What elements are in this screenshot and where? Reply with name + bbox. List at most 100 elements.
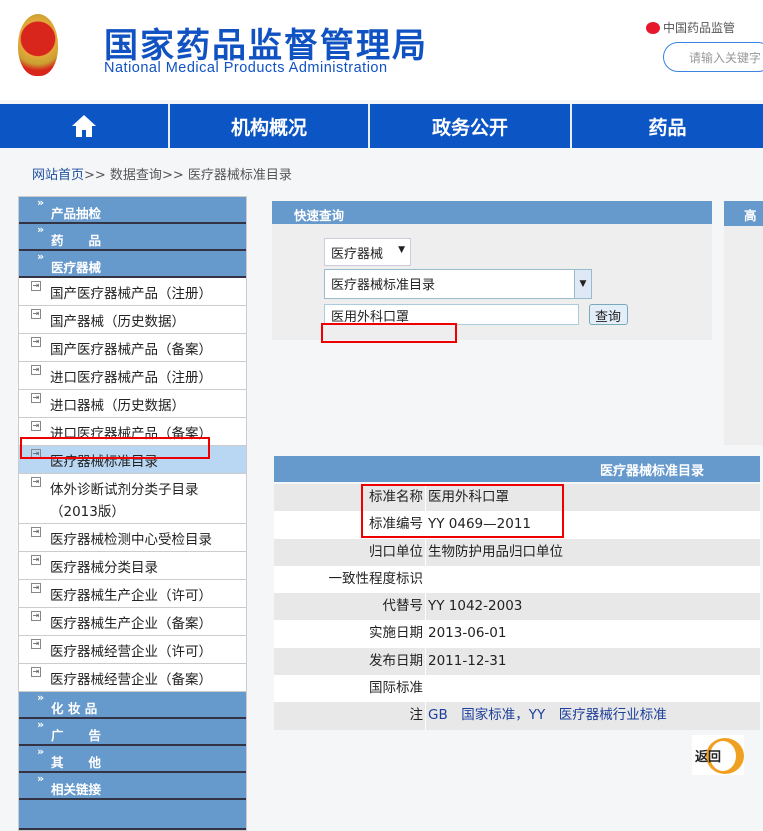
catalog-select[interactable]: 医疗器械标准目录 ▼ (324, 269, 592, 299)
expand-icon: ⇥ (31, 639, 41, 649)
sidebar-footer (19, 800, 246, 830)
sidebar-section[interactable]: 相关链接 (19, 772, 246, 800)
home-icon (72, 115, 96, 137)
site-title-en: National Medical Products Administration (104, 60, 388, 76)
sidebar-item-label: 国产器械（历史数据） (50, 314, 185, 330)
breadcrumb-item[interactable]: >> 数据查询 (84, 168, 162, 183)
keyword-input[interactable]: 医用外科口罩 (324, 304, 579, 325)
highlight-box (321, 323, 457, 343)
sidebar-item-label: 医疗器械生产企业（许可） (50, 588, 212, 604)
advanced-search-panel: 高 (724, 201, 763, 445)
sidebar-item-label: 医疗器械经营企业（许可） (50, 644, 212, 660)
row-label: 发布日期 (274, 647, 426, 676)
sidebar-item-label: 医疗器械生产企业（备案） (50, 616, 212, 632)
sidebar-item[interactable]: ⇥ 进口医疗器械产品（注册） (19, 362, 246, 390)
back-button[interactable]: 返回 (692, 735, 744, 775)
row-label: 代替号 (274, 593, 426, 621)
breadcrumb-home[interactable]: 网站首页 (32, 168, 84, 183)
expand-icon: ⇥ (31, 527, 41, 537)
expand-icon: ⇥ (31, 583, 41, 593)
expand-icon: ⇥ (31, 667, 41, 677)
sidebar-section[interactable]: 医疗器械 (19, 250, 246, 278)
row-label: 实施日期 (274, 620, 426, 648)
sidebar-section[interactable]: 其 他 (19, 745, 246, 773)
highlight-box (361, 484, 564, 538)
expand-icon: ⇥ (31, 393, 41, 403)
table-row: 归口单位 生物防护用品归口单位 (274, 538, 760, 566)
table-row: 一致性程度标识 (274, 565, 760, 594)
weibo-icon (646, 21, 660, 34)
site-search-input[interactable]: 请输入关键字 (663, 42, 763, 72)
category-value: 医疗器械 (331, 247, 384, 262)
sidebar-item[interactable]: ⇥ 医疗器械检测中心受检目录 (19, 524, 246, 552)
sidebar-item-label: 医疗器械检测中心受检目录 (50, 532, 212, 548)
sidebar-item-label: 进口医疗器械产品（注册） (50, 370, 212, 386)
sidebar-item-label: 体外诊断试剂分类子目录（2013版） (50, 482, 199, 520)
nav-item[interactable]: 机构概况 (170, 104, 370, 148)
row-label: 国际标准 (274, 675, 426, 703)
row-value: 2011-12-31 (428, 652, 507, 669)
sidebar-section[interactable]: 药 品 (19, 223, 246, 251)
quick-search-panel: 快速查询 医疗器械 ▼ 医疗器械标准目录 ▼ 医用外科口罩 查询 (272, 201, 712, 343)
result-title: 医疗器械标准目录 (274, 456, 760, 482)
expand-icon: ⇥ (31, 281, 41, 291)
row-value (426, 566, 428, 593)
sidebar-item[interactable]: ⇥ 医疗器械分类目录 (19, 552, 246, 580)
expand-icon: ⇥ (31, 421, 41, 431)
sidebar-item-label: 医疗器械分类目录 (50, 560, 158, 576)
sidebar-item[interactable]: ⇥ 医疗器械生产企业（许可） (19, 580, 246, 608)
sidebar: 产品抽检药 品医疗器械 ⇥ 国产医疗器械产品（注册） ⇥ 国产器械（历史数据） ⇥ 国产医疗… (18, 196, 247, 831)
back-label: 返回 (695, 750, 722, 765)
query-button[interactable]: 查询 (589, 304, 628, 325)
weibo-link[interactable]: 中国药品监管 (646, 19, 735, 36)
panel-title: 快速查询 (272, 201, 712, 224)
row-value (426, 675, 428, 702)
category-select[interactable]: 医疗器械 ▼ (324, 238, 411, 266)
catalog-value: 医疗器械标准目录 (331, 278, 436, 293)
weibo-label: 中国药品监管 (663, 21, 736, 35)
table-row: 实施日期 2013-06-01 (274, 620, 760, 648)
table-row: 代替号 YY 1042-2003 (274, 593, 760, 621)
expand-icon: ⇥ (31, 365, 41, 375)
sidebar-item[interactable]: ⇥ 医疗器械经营企业（备案） (19, 664, 246, 692)
table-row: 国际标准 (274, 675, 760, 703)
sidebar-item[interactable]: ⇥ 国产医疗器械产品（注册） (19, 278, 246, 306)
sidebar-item[interactable]: ⇥ 医疗器械生产企业（备案） (19, 608, 246, 636)
table-row: 注 GB 国家标准，YY 医疗器械行业标准 (274, 702, 760, 730)
expand-icon: ⇥ (31, 555, 41, 565)
sidebar-item-label: 医疗器械经营企业（备案） (50, 672, 212, 688)
nav-home[interactable] (0, 104, 170, 148)
row-label: 归口单位 (274, 538, 426, 566)
row-label: 一致性程度标识 (274, 565, 426, 594)
sidebar-item-label: 国产医疗器械产品（备案） (50, 342, 212, 358)
expand-icon: ⇥ (31, 309, 41, 319)
panel-title: 高 (724, 201, 763, 226)
sidebar-section[interactable]: 广 告 (19, 718, 246, 746)
sidebar-item[interactable]: ⇥ 进口器械（历史数据） (19, 390, 246, 418)
main-nav: 机构概况 政务公开 药品 (0, 104, 763, 148)
sidebar-item[interactable]: ⇥ 国产器械（历史数据） (19, 306, 246, 334)
header: 国家药品监督管理局 National Medical Products Admi… (0, 0, 763, 100)
table-row: 发布日期 2011-12-31 (274, 647, 760, 676)
expand-icon: ⇥ (31, 337, 41, 347)
sidebar-item-label: 进口器械（历史数据） (50, 398, 185, 414)
nav-item[interactable]: 药品 (572, 104, 763, 148)
row-value: GB 国家标准，YY 医疗器械行业标准 (428, 707, 667, 724)
chevron-down-icon: ▼ (574, 270, 591, 298)
row-value: 生物防护用品归口单位 (428, 543, 563, 560)
sidebar-section[interactable]: 产品抽检 (19, 196, 246, 224)
row-value: 2013-06-01 (428, 625, 507, 642)
breadcrumb: 网站首页>> 数据查询>> 医疗器械标准目录 (32, 164, 292, 183)
chevron-down-icon: ▼ (398, 245, 405, 255)
national-emblem-logo (18, 14, 58, 76)
highlight-box (20, 437, 210, 459)
expand-icon: ⇥ (31, 477, 41, 487)
sidebar-item[interactable]: ⇥ 体外诊断试剂分类子目录（2013版） (19, 474, 246, 524)
sidebar-item[interactable]: ⇥ 医疗器械经营企业（许可） (19, 636, 246, 664)
row-label: 注 (274, 702, 426, 730)
nav-item[interactable]: 政务公开 (370, 104, 572, 148)
sidebar-item[interactable]: ⇥ 国产医疗器械产品（备案） (19, 334, 246, 362)
sidebar-section[interactable]: 化 妆 品 (19, 691, 246, 719)
breadcrumb-current: >> 医疗器械标准目录 (161, 168, 292, 183)
sidebar-item-label: 国产医疗器械产品（注册） (50, 286, 212, 302)
